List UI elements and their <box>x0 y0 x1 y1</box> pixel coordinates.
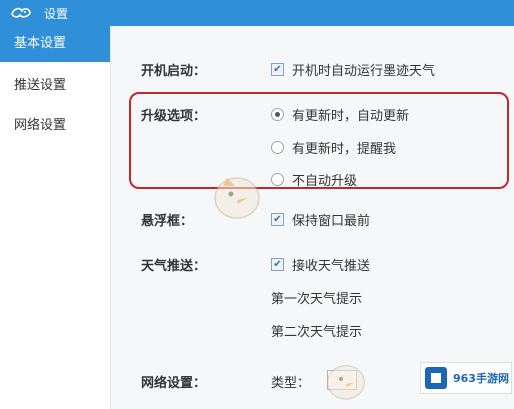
startup-checkbox-label: 开机时自动运行墨迹天气 <box>292 64 436 79</box>
radio-button[interactable] <box>271 173 284 186</box>
upgrade-option-label: 不自动升级 <box>292 174 358 189</box>
sidebar-item-network-settings[interactable]: 网络设置 <box>0 106 110 146</box>
floating-checkbox-label: 保持窗口最前 <box>292 214 371 229</box>
weather-push-checkbox-row[interactable]: ✔ 接收天气推送 <box>271 255 370 274</box>
startup-checkbox[interactable]: ✔ <box>271 63 284 76</box>
first-reminder-label[interactable]: 第一次天气提示 <box>271 288 362 307</box>
check-icon: ✔ <box>273 213 282 225</box>
upgrade-option-auto[interactable]: 有更新时，自动更新 <box>271 105 409 124</box>
upgrade-option-remind[interactable]: 有更新时，提醒我 <box>271 138 396 157</box>
check-icon: ✔ <box>273 63 282 75</box>
mascot-watermark-icon <box>321 354 371 404</box>
settings-panel: 开机启动： ✔ 开机时自动运行墨迹天气 升级选项： 有更新时，自动更新 有更新时… <box>110 26 514 409</box>
sidebar: 基本设置 推送设置 网络设置 <box>0 26 118 409</box>
startup-checkbox-row[interactable]: ✔ 开机时自动运行墨迹天气 <box>271 60 435 79</box>
radio-dot <box>275 112 280 117</box>
sidebar-item-label: 推送设置 <box>14 78 67 93</box>
title-bar: 设置 <box>0 0 514 26</box>
sidebar-item-label: 网络设置 <box>14 118 67 133</box>
upgrade-label: 升级选项： <box>141 109 207 124</box>
check-icon: ✔ <box>273 258 282 270</box>
radio-button-selected[interactable] <box>271 108 284 121</box>
startup-label: 开机启动： <box>141 64 207 79</box>
second-reminder-label[interactable]: 第二次天气提示 <box>271 321 362 340</box>
network-label: 网络设置： <box>141 376 207 391</box>
floating-checkbox-row[interactable]: ✔ 保持窗口最前 <box>271 210 370 229</box>
window-title: 设置 <box>44 6 69 21</box>
network-type-label: 类型： <box>271 376 311 391</box>
sidebar-item-label: 基本设置 <box>14 36 67 51</box>
upgrade-option-none[interactable]: 不自动升级 <box>271 170 357 189</box>
upgrade-option-label: 有更新时，自动更新 <box>292 109 410 124</box>
radio-button[interactable] <box>271 141 284 154</box>
floating-label: 悬浮框： <box>141 214 194 229</box>
site-logo-icon <box>425 367 447 389</box>
upgrade-option-label: 有更新时，提醒我 <box>292 142 397 157</box>
site-badge-text: 963手游网 <box>453 372 509 385</box>
cloud-bird-logo-icon <box>8 0 34 26</box>
site-badge: 963手游网 <box>420 362 512 394</box>
floating-checkbox[interactable]: ✔ <box>271 213 284 226</box>
weather-push-label: 天气推送： <box>141 259 207 274</box>
weather-push-checkbox-label: 接收天气推送 <box>292 259 371 274</box>
sidebar-item-basic-settings[interactable]: 基本设置 <box>0 26 118 62</box>
sidebar-item-push-settings[interactable]: 推送设置 <box>0 66 110 106</box>
mascot-watermark-icon <box>207 164 267 224</box>
weather-push-checkbox[interactable]: ✔ <box>271 258 284 271</box>
